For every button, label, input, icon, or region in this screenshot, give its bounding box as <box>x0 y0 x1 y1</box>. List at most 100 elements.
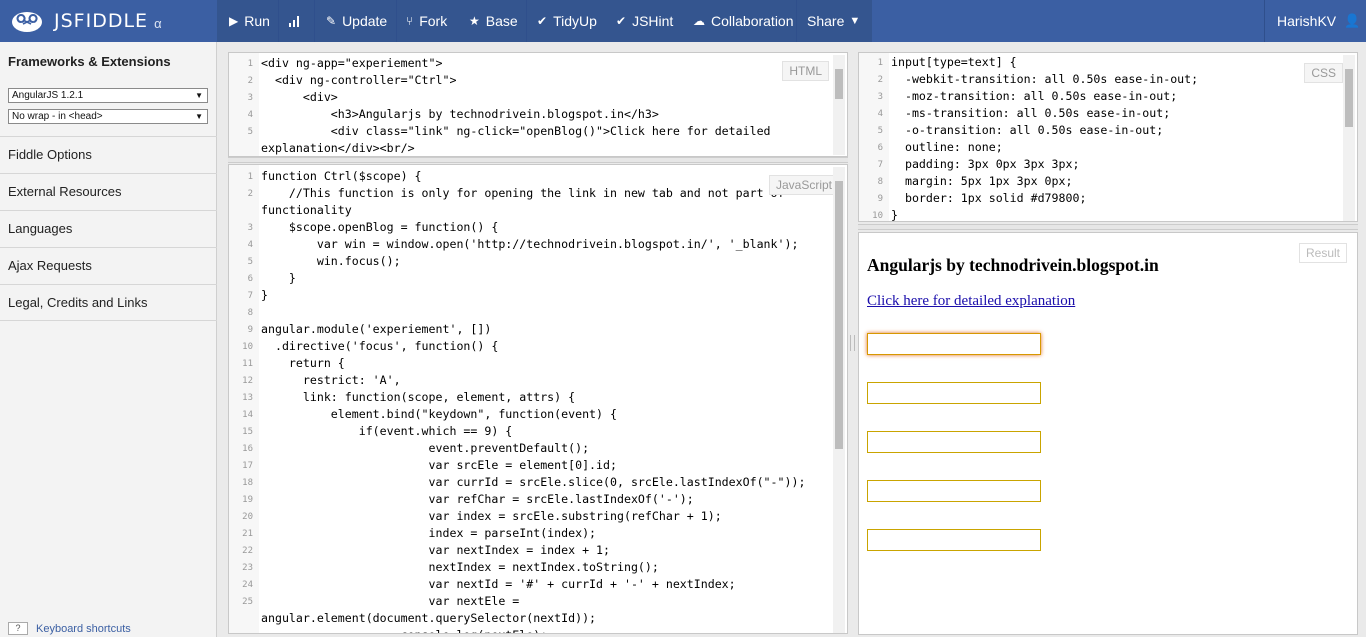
share-button[interactable]: Share ▼ <box>807 0 860 42</box>
code-line: } <box>891 208 898 222</box>
result-text-input-5[interactable] <box>867 529 1041 551</box>
code-line: <div ng-app="experiement"> <box>261 56 443 70</box>
line-number: 1 <box>247 172 253 182</box>
code-line: outline: none; <box>891 140 1003 154</box>
line-number: 24 <box>242 580 253 590</box>
code-line: -webkit-transition: all 0.50s ease-in-ou… <box>891 72 1199 86</box>
html-scrollbar[interactable] <box>833 55 845 155</box>
tidyup-button[interactable]: ✔ TidyUp <box>537 0 597 42</box>
fork-button[interactable]: ⑂ Fork <box>406 0 447 42</box>
result-text-input-2[interactable] <box>867 382 1041 404</box>
line-number: 8 <box>247 308 253 318</box>
line-number: 22 <box>242 546 253 556</box>
sidebar-item-legal[interactable]: Legal, Credits and Links <box>0 284 217 321</box>
sidebar-item-external-resources[interactable]: External Resources <box>0 173 217 210</box>
code-line: var index = srcEle.substring(refChar + 1… <box>261 509 722 523</box>
code-line: restrict: 'A', <box>261 373 401 387</box>
line-number: 12 <box>242 376 253 386</box>
scrollbar-thumb[interactable] <box>835 69 843 99</box>
base-label: Base <box>485 13 518 29</box>
sidebar-item-fiddle-options[interactable]: Fiddle Options <box>0 136 217 173</box>
run-button[interactable]: ▶ Run <box>229 0 270 42</box>
code-line: var nextIndex = index + 1; <box>261 543 611 557</box>
line-number: 2 <box>247 76 253 86</box>
check-icon: ✔ <box>616 14 627 28</box>
tidyup-label: TidyUp <box>553 13 597 29</box>
keyboard-key-icon: ? <box>8 622 28 635</box>
line-number: 9 <box>247 325 253 335</box>
user-icon: 👤 <box>1344 13 1361 28</box>
caret-down-icon: ▼ <box>195 112 203 121</box>
js-scrollbar[interactable] <box>833 167 845 633</box>
framework-select-value: AngularJS 1.2.1 <box>12 90 84 101</box>
javascript-editor[interactable]: 1 function Ctrl($scope) {2 //This functio… <box>228 164 848 634</box>
result-text-input-1[interactable] <box>867 333 1041 355</box>
line-number: 17 <box>242 461 253 471</box>
wrap-select[interactable]: No wrap - in <head> ▼ <box>8 109 208 124</box>
code-line: } <box>261 288 268 302</box>
jshint-button[interactable]: ✔ JSHint <box>616 0 673 42</box>
code-line: angular.element(document.querySelector(n… <box>261 611 597 625</box>
line-number: 1 <box>247 59 253 69</box>
jshint-label: JSHint <box>632 13 674 29</box>
line-number: 25 <box>242 597 253 607</box>
toolbar-divider <box>1264 0 1265 42</box>
line-number: 5 <box>877 126 883 136</box>
line-number: 5 <box>247 257 253 267</box>
css-editor[interactable]: 1 input[type=text] {2 -webkit-transition:… <box>858 52 1358 222</box>
toolbar-divider <box>396 0 397 42</box>
line-number: 4 <box>247 110 253 120</box>
stats-button[interactable] <box>288 0 300 42</box>
code-line: var nextEle = <box>261 594 520 608</box>
framework-select[interactable]: AngularJS 1.2.1 ▼ <box>8 88 208 103</box>
line-number: 11 <box>242 359 253 369</box>
vertical-resize-handle[interactable] <box>850 335 855 351</box>
code-line: -o-transition: all 0.50s ease-in-out; <box>891 123 1164 137</box>
code-line: var srcEle = element[0].id; <box>261 458 617 472</box>
sidebar-item-ajax-requests[interactable]: Ajax Requests <box>0 247 217 284</box>
code-line: input[type=text] { <box>891 55 1017 69</box>
user-menu[interactable]: HarishKV 👤 <box>1277 0 1360 42</box>
html-editor[interactable]: 1 <div ng-app="experiement"> 2 <div ng-con… <box>228 52 848 157</box>
line-number: 7 <box>877 160 883 170</box>
css-scrollbar[interactable] <box>1343 55 1355 221</box>
html-js-resize-handle[interactable] <box>228 157 848 163</box>
line-number: 2 <box>247 189 253 199</box>
keyboard-shortcuts-link[interactable]: ? Keyboard shortcuts <box>8 622 131 635</box>
result-text-input-4[interactable] <box>867 480 1041 502</box>
play-icon: ▶ <box>229 14 239 28</box>
line-number: 20 <box>242 512 253 522</box>
code-line: .directive('focus', function() { <box>261 339 499 353</box>
line-number: 15 <box>242 427 253 437</box>
css-pane-label: CSS <box>1304 63 1343 83</box>
code-line: element.bind("keydown", function(event) … <box>261 407 617 421</box>
code-line: margin: 5px 1px 3px 0px; <box>891 174 1073 188</box>
collaboration-button[interactable]: ☁ Collaboration <box>693 0 794 42</box>
jsfiddle-logo[interactable]: JSFIDDLE α <box>10 0 162 42</box>
scrollbar-thumb[interactable] <box>1345 69 1353 127</box>
line-number: 4 <box>877 109 883 119</box>
code-line: <div ng-controller="Ctrl"> <box>261 73 457 87</box>
line-number: 3 <box>247 93 253 103</box>
update-button[interactable]: ✎ Update <box>326 0 387 42</box>
line-number: 7 <box>247 291 253 301</box>
code-line: angular.module('experiement', []) <box>261 322 492 336</box>
code-line: -ms-transition: all 0.50s ease-in-out; <box>891 106 1171 120</box>
code-line: padding: 3px 0px 3px 3px; <box>891 157 1080 171</box>
result-link[interactable]: Click here for detailed explanation <box>867 293 1075 310</box>
line-number: 8 <box>877 177 883 187</box>
scrollbar-thumb[interactable] <box>835 181 843 449</box>
result-text-input-3[interactable] <box>867 431 1041 453</box>
line-number: 3 <box>247 223 253 233</box>
code-line: var nextId = '#' + currId + '-' + nextIn… <box>261 577 736 591</box>
sidebar-item-languages[interactable]: Languages <box>0 210 217 247</box>
code-line: function Ctrl($scope) { <box>261 169 422 183</box>
code-line: link: function(scope, element, attrs) { <box>261 390 576 404</box>
css-result-resize-handle[interactable] <box>858 224 1358 230</box>
line-number: 9 <box>877 194 883 204</box>
line-number: 13 <box>242 393 253 403</box>
base-button[interactable]: ★ Base <box>469 0 518 42</box>
result-pane: Result Angularjs by technodrivein.blogsp… <box>858 232 1358 635</box>
sidebar-item-label: Fiddle Options <box>8 147 92 162</box>
fork-label: Fork <box>419 13 448 29</box>
